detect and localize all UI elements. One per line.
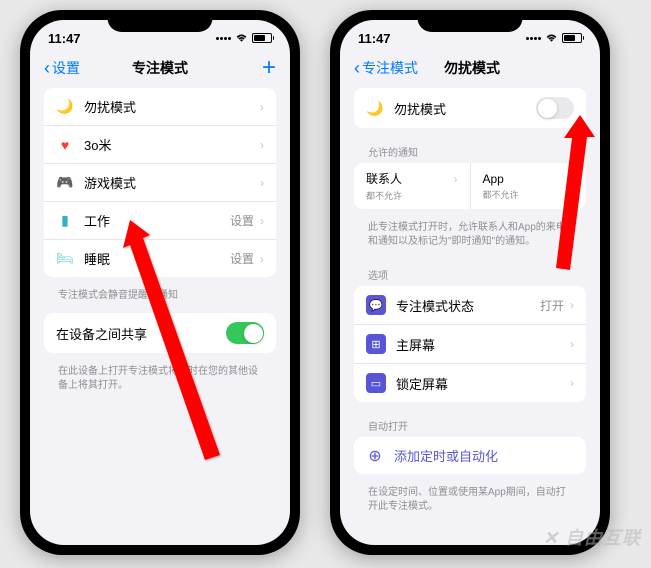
chevron-right-icon: › <box>570 298 574 312</box>
contacts-sub: 都不允许 <box>366 189 458 202</box>
mode-game[interactable]: 🎮 游戏模式 › <box>44 164 276 202</box>
battery-icon <box>562 33 582 43</box>
auto-header: 自动打开 <box>354 410 586 437</box>
home-icon: ⊞ <box>366 334 386 354</box>
add-button[interactable]: + <box>216 56 276 80</box>
chevron-right-icon: › <box>260 252 264 266</box>
options-group: 💬 专注模式状态 打开 › ⊞ 主屏幕 › ▭ 锁定屏幕 › <box>354 286 586 402</box>
status-time: 11:47 <box>358 31 391 46</box>
apps-label: App <box>483 172 504 186</box>
home-screen-row[interactable]: ⊞ 主屏幕 › <box>354 325 586 364</box>
focus-status-row[interactable]: 💬 专注模式状态 打开 › <box>354 286 586 325</box>
heart-icon: ♥ <box>56 136 74 154</box>
annotation-arrow-right <box>520 105 620 285</box>
bed-icon: 🛏 <box>56 250 74 268</box>
chevron-right-icon: › <box>260 138 264 152</box>
chevron-right-icon: › <box>260 176 264 190</box>
plus-circle-icon: ⊕ <box>366 447 384 465</box>
chevron-right-icon: › <box>260 100 264 114</box>
back-label: 专注模式 <box>362 58 418 78</box>
status-time: 11:47 <box>48 31 81 46</box>
game-icon: 🎮 <box>56 174 74 192</box>
battery-icon <box>252 33 272 43</box>
moon-icon: 🌙 <box>56 98 74 116</box>
chevron-right-icon: › <box>454 172 458 186</box>
chevron-right-icon: › <box>260 214 264 228</box>
auto-footer: 在设定时间、位置或使用某App期间，自动打开此专注模式。 <box>354 482 586 524</box>
chevron-right-icon: › <box>570 376 574 390</box>
page-title: 勿扰模式 <box>418 58 526 78</box>
moon-icon: 🌙 <box>366 99 384 117</box>
lock-label: 锁定屏幕 <box>396 374 570 393</box>
lock-screen-row[interactable]: ▭ 锁定屏幕 › <box>354 364 586 402</box>
contacts-button[interactable]: 联系人 › 都不允许 <box>354 163 471 209</box>
status-indicators <box>526 33 582 43</box>
wifi-icon <box>235 33 248 43</box>
add-schedule-row[interactable]: ⊕ 添加定时或自动化 <box>354 437 586 474</box>
nav-bar: ‹ 专注模式 勿扰模式 <box>340 52 600 88</box>
signal-icon <box>216 37 231 40</box>
briefcase-icon: ▮ <box>56 212 74 230</box>
notch <box>108 10 213 32</box>
auto-group: ⊕ 添加定时或自动化 <box>354 437 586 474</box>
status-label: 专注模式状态 <box>396 296 540 315</box>
home-label: 主屏幕 <box>396 335 570 354</box>
annotation-arrow-left <box>115 210 235 470</box>
add-schedule-label: 添加定时或自动化 <box>394 446 574 465</box>
status-indicators <box>216 33 272 43</box>
chevron-left-icon: ‹ <box>354 58 360 79</box>
chevron-left-icon: ‹ <box>44 58 50 79</box>
mode-30m[interactable]: ♥ 3o米 › <box>44 126 276 164</box>
mode-label: 勿扰模式 <box>84 97 260 116</box>
notch <box>418 10 523 32</box>
mode-label: 游戏模式 <box>84 173 260 192</box>
chevron-right-icon: › <box>570 337 574 351</box>
contacts-label: 联系人 <box>366 170 402 187</box>
page-title: 专注模式 <box>104 58 216 78</box>
status-value: 打开 <box>540 297 564 314</box>
mode-dnd[interactable]: 🌙 勿扰模式 › <box>44 88 276 126</box>
back-button[interactable]: ‹ 专注模式 <box>354 58 418 79</box>
nav-bar: ‹ 设置 专注模式 + <box>30 52 290 88</box>
back-button[interactable]: ‹ 设置 <box>44 58 104 79</box>
dnd-label: 勿扰模式 <box>394 99 536 118</box>
watermark: ✕ 自由互联 <box>543 524 641 550</box>
wifi-icon <box>545 33 558 43</box>
back-label: 设置 <box>52 58 80 78</box>
lock-icon: ▭ <box>366 373 386 393</box>
signal-icon <box>526 37 541 40</box>
status-icon: 💬 <box>366 295 386 315</box>
mode-label: 3o米 <box>84 135 260 154</box>
